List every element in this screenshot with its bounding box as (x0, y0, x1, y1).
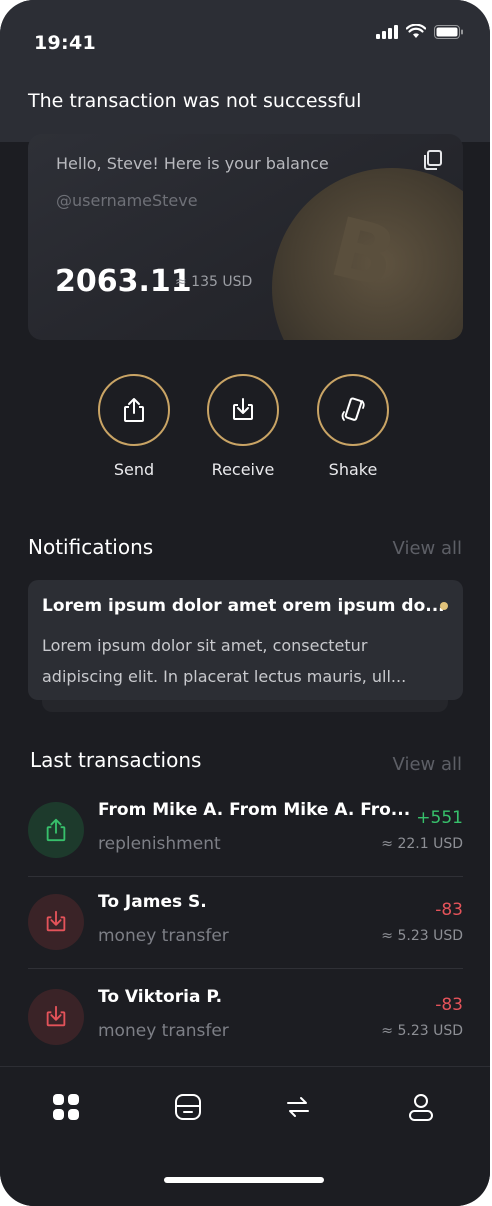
send-label: Send (113, 460, 155, 479)
balance-card: B Hello, Steve! Here is your balance @us… (28, 134, 463, 340)
toast-message: The transaction was not successful (28, 90, 362, 112)
receive-label: Receive (211, 460, 275, 479)
transaction-amount: -83 (435, 900, 463, 920)
transaction-usd: ≈ 5.23 USD (381, 928, 463, 944)
notification-body: Lorem ipsum dolor sit amet, consectetur … (42, 630, 450, 692)
receive-button[interactable]: Receive (198, 374, 288, 479)
tab-bar (0, 1066, 490, 1206)
tab-home[interactable] (46, 1087, 86, 1127)
tab-profile[interactable] (401, 1087, 441, 1127)
send-circle (98, 374, 170, 446)
copy-icon[interactable] (422, 149, 444, 171)
transaction-type: money transfer (98, 1021, 229, 1041)
balance-amount: 2063.11 (55, 264, 192, 299)
grid-icon (53, 1094, 79, 1120)
phone-screen: 19:41 The transaction was not successful (0, 0, 490, 1206)
wifi-icon (406, 24, 426, 38)
balance-usd: ≈ 135 USD (175, 274, 253, 290)
download-icon (46, 910, 66, 932)
shake-label: Shake (328, 460, 378, 479)
shake-circle (317, 374, 389, 446)
transaction-usd: ≈ 22.1 USD (381, 836, 463, 852)
status-bar: 19:41 (0, 0, 490, 70)
divider (28, 968, 463, 969)
status-time: 19:41 (34, 32, 96, 54)
download-icon (233, 398, 253, 420)
username: @usernameSteve (56, 191, 198, 210)
send-button[interactable]: Send (89, 374, 179, 479)
incoming-transaction-badge (28, 802, 84, 858)
tab-wallet[interactable] (168, 1087, 208, 1127)
transaction-row[interactable]: To Viktoria P. money transfer -83 ≈ 5.23… (28, 983, 463, 1073)
transaction-row[interactable]: From Mike A. From Mike A. Fro... repleni… (28, 796, 463, 886)
download-icon (46, 1005, 66, 1027)
notifications-title: Notifications (28, 535, 154, 559)
upload-icon (46, 818, 66, 842)
upload-icon (124, 398, 144, 422)
transactions-view-all-link[interactable]: View all (393, 754, 462, 775)
transaction-usd: ≈ 5.23 USD (381, 1023, 463, 1039)
divider (28, 876, 463, 877)
bitcoin-coin-icon: B (272, 168, 463, 340)
outgoing-transaction-badge (28, 989, 84, 1045)
outgoing-transaction-badge (28, 894, 84, 950)
exchange-icon (287, 1097, 309, 1117)
shake-button[interactable]: Shake (308, 374, 398, 479)
transactions-title: Last transactions (30, 748, 202, 772)
transaction-name: From Mike A. From Mike A. Fro... (98, 800, 411, 820)
notifications-view-all-link[interactable]: View all (393, 538, 462, 559)
error-toast[interactable]: The transaction was not successful (0, 70, 490, 142)
unread-dot (440, 602, 448, 610)
transaction-type: money transfer (98, 926, 229, 946)
battery-icon (434, 24, 463, 39)
transaction-type: replenishment (98, 834, 221, 854)
notification-card[interactable]: Lorem ipsum dolor amet orem ipsum do... … (28, 580, 463, 700)
notification-title: Lorem ipsum dolor amet orem ipsum do... (42, 596, 445, 616)
home-indicator[interactable] (164, 1177, 324, 1183)
transaction-row[interactable]: To James S. money transfer -83 ≈ 5.23 US… (28, 888, 463, 978)
balance-greeting: Hello, Steve! Here is your balance (56, 154, 329, 173)
tab-exchange[interactable] (278, 1087, 318, 1127)
wallet-icon (175, 1094, 201, 1120)
receive-circle (207, 374, 279, 446)
status-icons (376, 24, 464, 39)
profile-icon (409, 1094, 433, 1121)
notification-body-line-2: adipiscing elit. In placerat lectus maur… (42, 667, 407, 686)
shake-phone-icon (341, 397, 365, 421)
signal-icon (376, 24, 398, 39)
transaction-amount: -83 (435, 995, 463, 1015)
transaction-amount: +551 (416, 808, 463, 828)
notification-body-line-1: Lorem ipsum dolor sit amet, consectetur (42, 636, 368, 655)
transaction-name: To Viktoria P. (98, 987, 223, 1007)
transaction-name: To James S. (98, 892, 207, 912)
